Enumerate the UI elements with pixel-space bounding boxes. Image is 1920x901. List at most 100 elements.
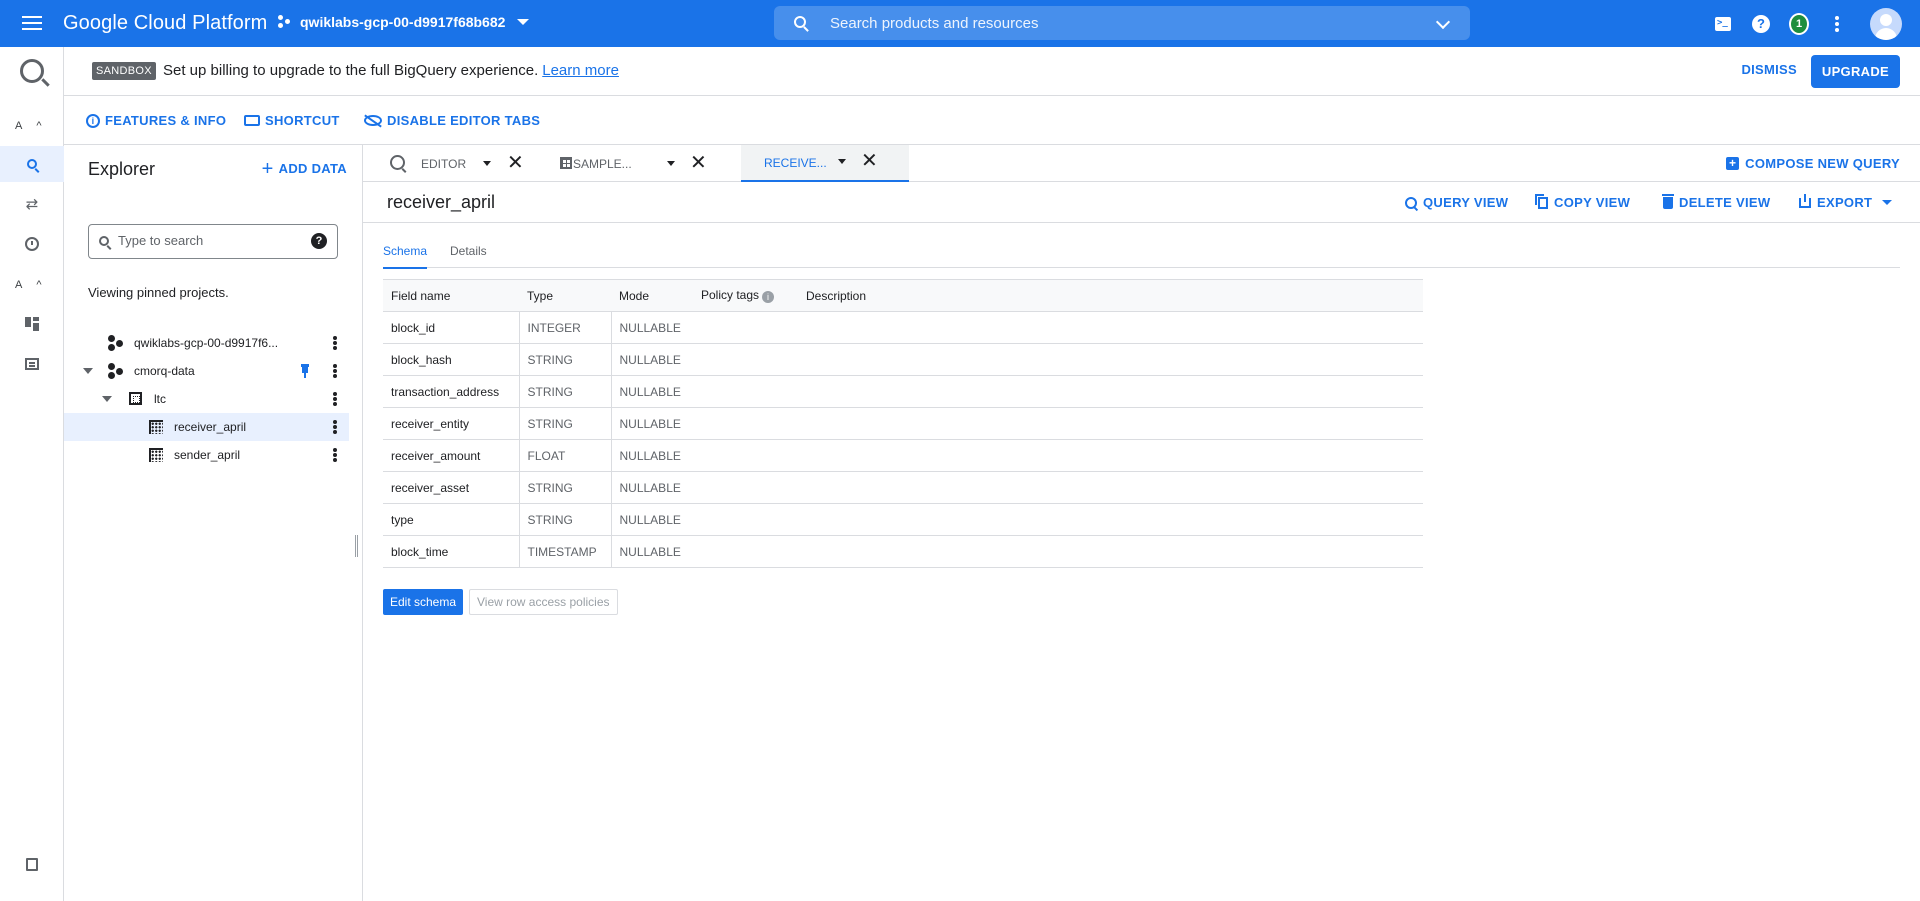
add-data-button[interactable]: + ADD DATA [262,159,347,179]
rail-item-resources[interactable] [0,346,64,382]
search-placeholder: Search products and resources [830,14,1039,32]
features-info-button[interactable]: i FEATURES & INFO [86,113,226,128]
action-bar: i FEATURES & INFO SHORTCUT DISABLE EDITOR… [64,96,1920,145]
panel-resize-handle[interactable] [355,535,358,557]
edit-schema-button[interactable]: Edit schema [383,589,464,615]
explorer-title: Explorer [88,159,156,179]
tree-item-label: ltc [154,392,166,406]
tab-editor[interactable]: EDITOR ✕ [363,145,528,182]
chevron-down-icon[interactable] [1435,14,1451,30]
field-type: STRING [519,407,612,440]
field-name: receiver_asset [383,471,520,504]
export-button[interactable]: EXPORT [1799,193,1893,210]
tab-sample[interactable]: SAMPLE... ✕ [540,145,707,182]
avatar[interactable] [1870,7,1902,40]
more-vert-icon[interactable] [333,448,337,463]
tree-item-project[interactable]: qwiklabs-gcp-00-d9917f6... [64,329,349,357]
tab-receive[interactable]: RECEIVE... ✕ [741,145,909,182]
table-row: block_hash STRING NULLABLE [383,343,1423,376]
query-icon [1405,196,1417,209]
delete-view-button[interactable]: DELETE VIEW [1662,193,1770,210]
rail-item-dashboard[interactable] [0,306,64,342]
rail-section-a[interactable]: A ^ [15,120,42,132]
caret-down-icon[interactable] [838,159,846,164]
disable-editor-tabs-button[interactable]: DISABLE EDITOR TABS [364,113,540,128]
notifications-button[interactable]: 1 [1789,12,1809,35]
tab-schema[interactable]: Schema [383,244,428,269]
bigquery-logo-icon[interactable] [20,59,44,83]
banner-message: Set up billing to upgrade to the full Bi… [163,62,619,79]
expand-arrow-icon[interactable] [83,368,93,374]
table-header-row: Field name Type Mode Policy tags i Descri… [383,279,1423,312]
field-type: TIMESTAMP [519,535,612,568]
rail-section-b[interactable]: A ^ [15,279,42,291]
query-view-button[interactable]: QUERY VIEW [1405,195,1508,210]
swap-icon: ⇄ [25,196,39,213]
top-app-bar: Google Cloud Platform qwiklabs-gcp-00-d9… [0,0,1920,47]
more-vert-icon[interactable] [333,364,337,379]
more-vert-icon[interactable] [333,392,337,407]
tree-item-label: receiver_april [174,420,247,434]
brand-title[interactable]: Google Cloud Platform [63,12,267,35]
close-icon[interactable]: ✕ [507,153,524,173]
more-vert-icon[interactable] [333,420,337,435]
table-row: block_id INTEGER NULLABLE [383,311,1423,344]
tree-item-table[interactable]: receiver_april [64,413,349,441]
more-vert-icon [1835,15,1839,33]
project-selector[interactable]: qwiklabs-gcp-00-d9917f68b682 [278,14,530,30]
tree-item-label: cmorq-data [134,364,195,378]
field-type: INTEGER [519,311,612,344]
learn-more-link[interactable]: Learn more [542,62,619,79]
column-header: Type [519,279,611,312]
tree-item-table[interactable]: sender_april [64,441,349,469]
clock-icon [25,237,39,251]
field-mode: NULLABLE [611,471,693,504]
more-vert-icon[interactable] [333,336,337,351]
query-icon [390,155,405,170]
chevron-up-icon: ^ [36,279,42,291]
copy-view-button[interactable]: COPY VIEW [1535,193,1630,210]
close-icon[interactable]: ✕ [690,153,707,173]
tree-item-project[interactable]: cmorq-data [64,357,349,385]
sandbox-banner: SANDBOX Set up billing to upgrade to the… [64,47,1920,96]
project-icon [278,15,292,29]
tree-item-dataset[interactable]: ltc [64,385,349,413]
caret-down-icon [517,19,530,25]
field-name: transaction_address [383,375,520,408]
rail-item-search[interactable] [0,146,64,182]
caret-down-icon[interactable] [483,161,491,166]
menu-icon[interactable] [20,12,44,36]
field-type: STRING [519,471,612,504]
help-icon[interactable]: ? [311,233,327,249]
notes-icon [26,857,38,871]
global-search[interactable]: Search products and resources [774,6,1470,40]
search-icon [99,236,109,246]
compose-new-query-button[interactable]: + COMPOSE NEW QUERY [1726,156,1900,171]
help-button[interactable]: ? [1751,14,1771,34]
caret-down-icon[interactable] [667,161,675,166]
field-type: STRING [519,375,612,408]
shortcut-button[interactable]: SHORTCUT [244,113,340,128]
dismiss-button[interactable]: DISMISS [1741,62,1797,77]
search-icon [27,159,37,169]
field-mode: NULLABLE [611,311,693,344]
field-type: STRING [519,503,612,536]
rail-item-release-notes[interactable] [0,846,64,882]
close-icon[interactable]: ✕ [861,151,878,171]
upgrade-button[interactable]: UPGRADE [1810,55,1900,88]
expand-arrow-icon[interactable] [102,396,112,402]
more-options-button[interactable] [1827,14,1847,34]
field-name: receiver_entity [383,407,520,440]
resource-title: receiver_april [387,192,496,212]
pin-icon[interactable] [301,364,309,378]
rail-item-transfers[interactable]: ⇄ [0,186,64,222]
info-icon[interactable]: i [762,291,775,303]
field-mode: NULLABLE [611,535,693,568]
explorer-search-input[interactable] [118,233,298,248]
upload-icon [1799,193,1811,208]
delete-icon [1662,193,1674,209]
tab-details[interactable]: Details [450,244,487,267]
explorer-search[interactable]: ? [88,224,338,259]
cloud-shell-button[interactable] [1713,14,1733,34]
rail-item-history[interactable] [0,226,64,262]
